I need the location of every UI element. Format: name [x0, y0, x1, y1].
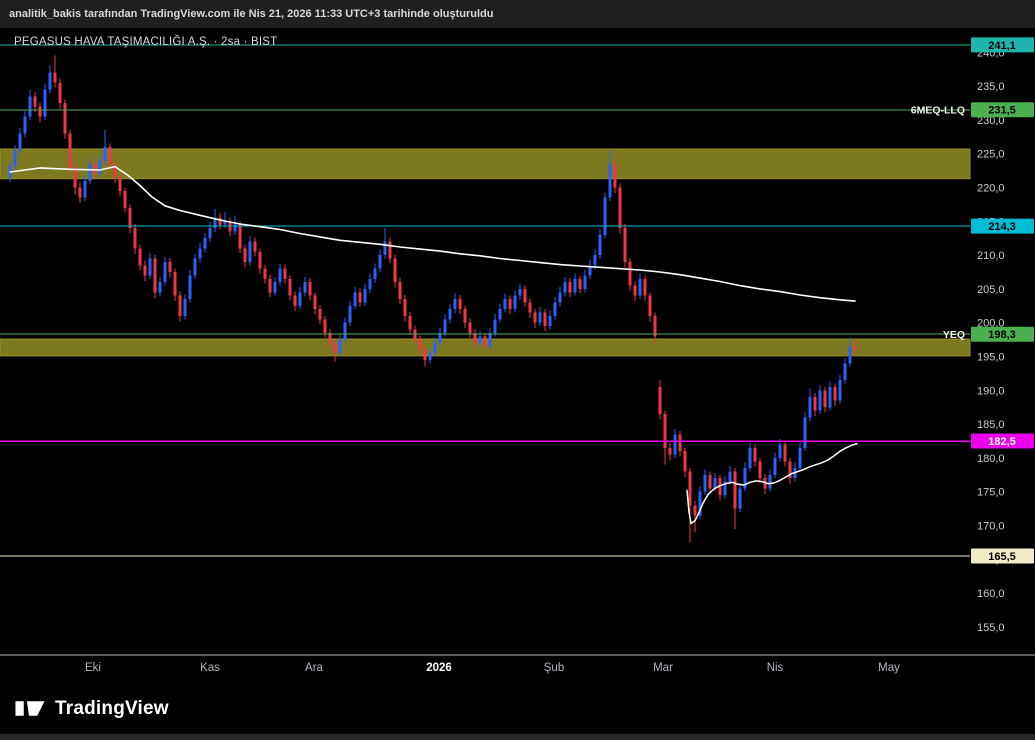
time-axis-label: Eki: [85, 662, 101, 674]
long-ma-line[interactable]: [9, 165, 856, 302]
time-axis-label: Ara: [305, 662, 324, 674]
bottom-strip: [0, 734, 1035, 740]
level-name-label: YEQ: [943, 329, 965, 341]
short-ma-line[interactable]: [686, 442, 858, 525]
price-axis-label: 160,0: [977, 588, 1005, 600]
time-axis-label: 2026: [426, 662, 452, 674]
attribution-text: analitik_bakis tarafından TradingView.co…: [9, 8, 494, 20]
price-axis-label: 210,0: [977, 250, 1005, 262]
footer: TradingView: [0, 683, 1035, 734]
price-level-label-text: 198,3: [988, 329, 1016, 341]
price-axis-label: 155,0: [977, 622, 1005, 634]
price-axis-label: 225,0: [977, 149, 1005, 161]
time-axis-label: May: [878, 662, 900, 674]
price-level-label-text: 165,5: [988, 551, 1016, 563]
candles-layer[interactable]: [8, 55, 857, 543]
time-axis-label: Mar: [653, 662, 673, 674]
time-axis-label: Nis: [767, 662, 784, 674]
chart-area[interactable]: Eki Kas Ara 2026 Şub Mar Nis May 240,0 235,0 230,0…: [0, 28, 1035, 683]
price-axis-label: 205,0: [977, 284, 1005, 296]
tradingview-brand[interactable]: TradingView: [55, 698, 169, 720]
candlestick-chart[interactable]: Eki Kas Ara 2026 Şub Mar Nis May240,0235,0230,0…: [0, 28, 1035, 683]
chart-title: PEGASUS HAVA TAŞIMACILIĞI A.Ş. · 2sa · B…: [14, 36, 278, 48]
price-level-label-text: 241,1: [988, 40, 1016, 52]
price-axis-label: 185,0: [977, 419, 1005, 431]
price-axis-label: 220,0: [977, 183, 1005, 195]
level-name-label: 6MEQ-LLQ: [911, 105, 965, 117]
price-axis-label: 170,0: [977, 521, 1005, 533]
tradingview-logo-icon[interactable]: [14, 695, 46, 722]
time-axis[interactable]: Eki Kas Ara 2026 Şub Mar Nis May: [0, 654, 1035, 674]
attribution-bar: analitik_bakis tarafından TradingView.co…: [0, 0, 1035, 28]
price-axis-label: 195,0: [977, 352, 1005, 364]
price-axis-label: 235,0: [977, 81, 1005, 93]
price-axis[interactable]: 240,0235,0230,0225,0220,0215,0210,0205,0…: [911, 37, 1034, 634]
price-level-label-text: 231,5: [988, 105, 1016, 117]
time-axis-label: Kas: [200, 662, 220, 674]
price-zone[interactable]: [0, 148, 971, 180]
price-axis-label: 190,0: [977, 385, 1005, 397]
price-axis-label: 175,0: [977, 487, 1005, 499]
time-axis-label: Şub: [544, 662, 564, 674]
price-axis-label: 180,0: [977, 453, 1005, 465]
levels-layer: [0, 44, 970, 557]
zones-layer: [0, 148, 971, 357]
price-level-label-text: 182,5: [988, 436, 1016, 448]
price-level-label-text: 214,3: [988, 221, 1016, 233]
